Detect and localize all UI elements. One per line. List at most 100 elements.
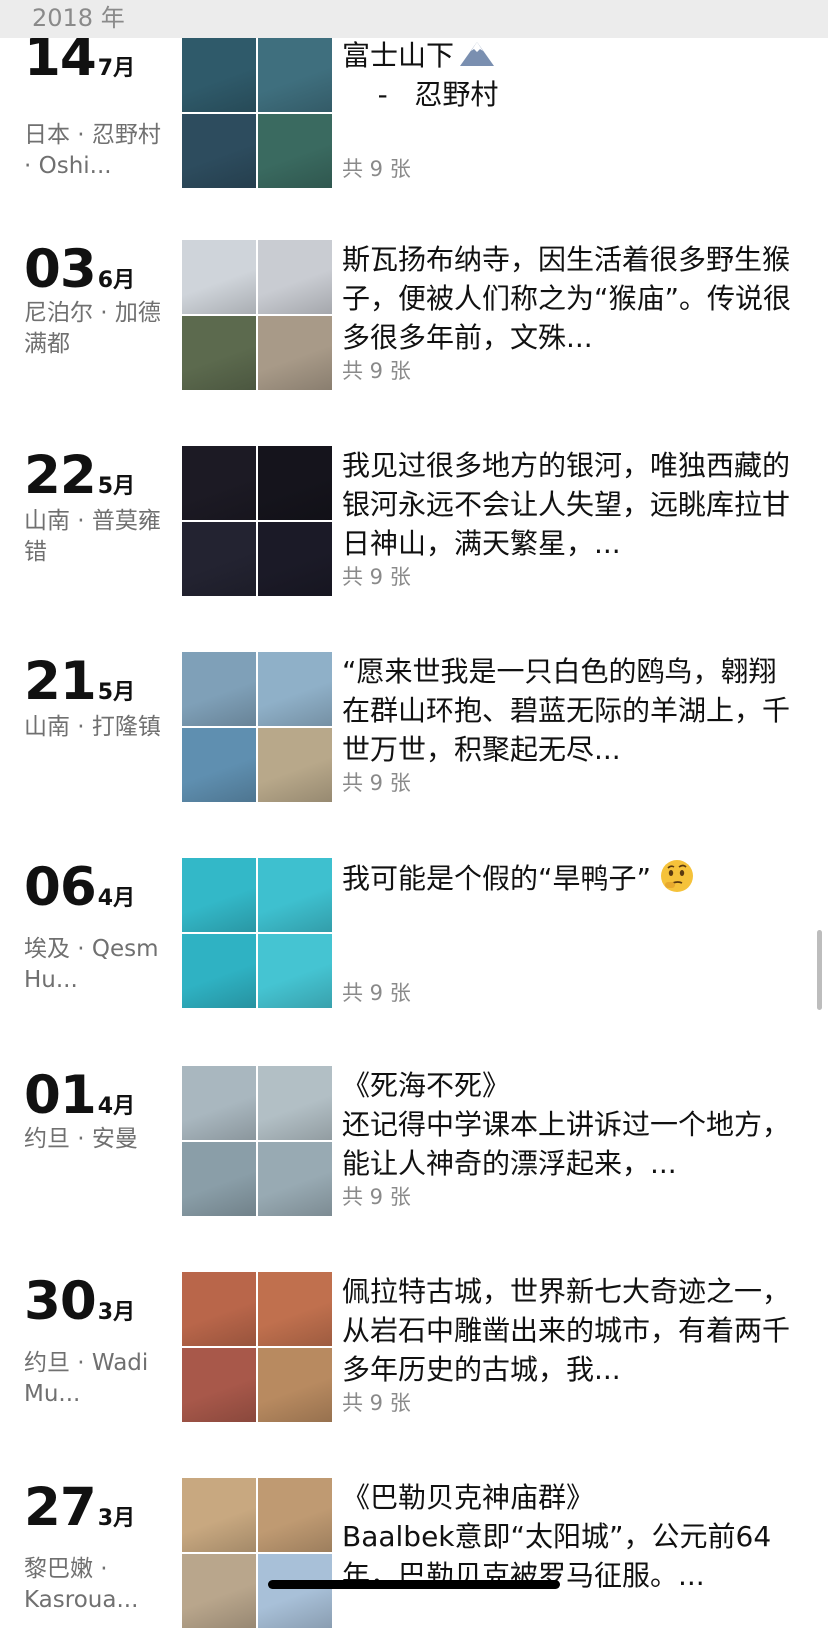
photo-thumbnail[interactable] <box>258 240 332 314</box>
photo-grid[interactable] <box>182 1272 332 1422</box>
photo-count: 共 9 张 <box>342 981 411 1005</box>
timeline-entry[interactable]: 014月 约旦 · 安曼 《死海不死》 还记得中学课本上讲诉过一个地方，能让人神… <box>0 1066 828 1226</box>
photo-thumbnail[interactable] <box>182 316 256 390</box>
photo-grid[interactable] <box>182 858 332 1008</box>
entry-day: 27 <box>24 1477 97 1538</box>
entry-month: 7月 <box>97 56 136 81</box>
photo-grid[interactable] <box>182 240 332 390</box>
timeline-entry[interactable]: 064月 埃及 · Qesm Hu... 我可能是个假的“旱鸭子” 共 9 张 <box>0 858 828 1018</box>
photo-grid[interactable] <box>182 446 332 596</box>
photo-grid[interactable] <box>182 652 332 802</box>
photo-count: 共 9 张 <box>342 771 411 795</box>
entry-month: 3月 <box>97 1300 136 1325</box>
photo-thumbnail[interactable] <box>258 1066 332 1140</box>
entry-date: 036月 <box>24 240 135 300</box>
photo-thumbnail[interactable] <box>258 858 332 932</box>
photo-count: 共 9 张 <box>342 565 411 589</box>
entry-month: 6月 <box>97 268 136 293</box>
entry-month: 5月 <box>97 474 136 499</box>
entry-caption[interactable]: 佩拉特古城，世界新七大奇迹之一，从岩石中雕凿出来的城市，有着两千多年历史的古城，… <box>342 1272 802 1389</box>
entry-caption[interactable]: 富士山下 - 忍野村 <box>342 36 802 114</box>
photo-thumbnail[interactable] <box>182 522 256 596</box>
photo-thumbnail[interactable] <box>182 728 256 802</box>
photo-thumbnail[interactable] <box>258 652 332 726</box>
photo-thumbnail[interactable] <box>182 1272 256 1346</box>
photo-count: 共 9 张 <box>342 1185 411 1209</box>
photo-thumbnail[interactable] <box>258 38 332 112</box>
photo-grid[interactable] <box>182 38 332 188</box>
entry-month: 3月 <box>97 1506 136 1531</box>
timeline-entry[interactable]: 225月 山南 · 普莫雍错 我见过很多地方的银河，唯独西藏的银河永远不会让人失… <box>0 446 828 606</box>
photo-count: 共 9 张 <box>342 359 411 383</box>
caption-text: 我可能是个假的“旱鸭子” <box>342 862 652 895</box>
entry-caption[interactable]: 《巴勒贝克神庙群》 Baalbek意即“太阳城”，公元前64年，巴勒贝克被罗马征… <box>342 1478 802 1595</box>
entry-day: 03 <box>24 239 97 300</box>
timeline-entry[interactable]: 036月 尼泊尔 · 加德满都 斯瓦扬布纳寺，因生活着很多野生猴子，便被人们称之… <box>0 240 828 400</box>
entry-location: 约旦 · Wadi Mu... <box>24 1350 149 1407</box>
entry-day: 06 <box>24 857 97 918</box>
photo-thumbnail[interactable] <box>258 522 332 596</box>
photo-thumbnail[interactable] <box>258 114 332 188</box>
entry-caption[interactable]: 我见过很多地方的银河，唯独西藏的银河永远不会让人失望，远眺库拉甘日神山，满天繁星… <box>342 446 802 563</box>
photo-thumbnail[interactable] <box>258 316 332 390</box>
photo-thumbnail[interactable] <box>182 38 256 112</box>
photo-count: 共 9 张 <box>342 1391 411 1415</box>
entry-month: 5月 <box>97 680 136 705</box>
caption-text: 富士山下 <box>342 39 455 72</box>
timeline-entry[interactable]: 303月 约旦 · Wadi Mu... 佩拉特古城，世界新七大奇迹之一，从岩石… <box>0 1272 828 1432</box>
timeline-entry[interactable]: 147月 日本 · 忍野村 · Oshi... 富士山下 - 忍野村 共 9 张 <box>0 28 828 198</box>
photo-thumbnail[interactable] <box>182 114 256 188</box>
year-label: 2018 年 <box>32 4 125 32</box>
photo-thumbnail[interactable] <box>258 934 332 1008</box>
photo-thumbnail[interactable] <box>258 446 332 520</box>
entry-date: 064月 <box>24 858 135 918</box>
entry-day: 01 <box>24 1065 97 1126</box>
home-indicator[interactable] <box>268 1580 560 1589</box>
caption-text-line2: - 忍野村 <box>342 78 499 111</box>
entry-date: 014月 <box>24 1066 135 1126</box>
entry-location: 山南 · 普莫雍错 <box>24 508 161 565</box>
photo-thumbnail[interactable] <box>182 1142 256 1216</box>
photo-thumbnail[interactable] <box>258 1348 332 1422</box>
photo-thumbnail[interactable] <box>258 1554 332 1628</box>
photo-thumbnail[interactable] <box>182 1348 256 1422</box>
entry-month: 4月 <box>97 1094 136 1119</box>
photo-thumbnail[interactable] <box>182 1066 256 1140</box>
photo-thumbnail[interactable] <box>182 858 256 932</box>
photo-thumbnail[interactable] <box>182 446 256 520</box>
timeline-entry[interactable]: 273月 黎巴嫩 · Kasroua... 《巴勒贝克神庙群》 Baalbek意… <box>0 1478 828 1638</box>
entry-day: 30 <box>24 1271 97 1332</box>
photo-thumbnail[interactable] <box>182 1478 256 1552</box>
photo-thumbnail[interactable] <box>182 240 256 314</box>
entry-location: 埃及 · Qesm Hu... <box>24 936 159 993</box>
photo-thumbnail[interactable] <box>258 728 332 802</box>
entry-date: 303月 <box>24 1272 135 1332</box>
photo-grid[interactable] <box>182 1066 332 1216</box>
entry-caption[interactable]: 我可能是个假的“旱鸭子” <box>342 858 802 898</box>
mountain-emoji-icon <box>460 42 495 66</box>
photo-thumbnail[interactable] <box>258 1142 332 1216</box>
entry-date: 225月 <box>24 446 135 506</box>
photo-count: 共 9 张 <box>342 157 411 181</box>
entry-date: 215月 <box>24 652 135 712</box>
entry-day: 22 <box>24 445 97 506</box>
entry-caption[interactable]: “愿来世我是一只白色的鸥鸟，翱翔在群山环抱、碧蓝无际的羊湖上，千世万世，积聚起无… <box>342 652 802 769</box>
entry-location: 山南 · 打隆镇 <box>24 714 161 740</box>
entry-location: 约旦 · 安曼 <box>24 1126 138 1152</box>
photo-thumbnail[interactable] <box>258 1478 332 1552</box>
photo-thumbnail[interactable] <box>258 1272 332 1346</box>
scrollbar[interactable] <box>817 930 822 1010</box>
entry-location: 日本 · 忍野村 · Oshi... <box>24 122 161 179</box>
entry-caption[interactable]: 斯瓦扬布纳寺，因生活着很多野生猴子，便被人们称之为“猴庙”。传说很多很多年前，文… <box>342 240 802 357</box>
photo-thumbnail[interactable] <box>182 934 256 1008</box>
entry-caption[interactable]: 《死海不死》 还记得中学课本上讲诉过一个地方，能让人神奇的漂浮起来，... <box>342 1066 802 1183</box>
photo-thumbnail[interactable] <box>182 1554 256 1628</box>
entry-date: 273月 <box>24 1478 135 1538</box>
entry-location: 黎巴嫩 · Kasroua... <box>24 1556 139 1613</box>
thinking-face-emoji-icon <box>661 860 694 892</box>
photo-grid[interactable] <box>182 1478 332 1628</box>
photo-thumbnail[interactable] <box>182 652 256 726</box>
year-header: 2018 年 <box>0 0 828 38</box>
timeline-entry[interactable]: 215月 山南 · 打隆镇 “愿来世我是一只白色的鸥鸟，翱翔在群山环抱、碧蓝无际… <box>0 652 828 812</box>
entry-day: 21 <box>24 651 97 712</box>
